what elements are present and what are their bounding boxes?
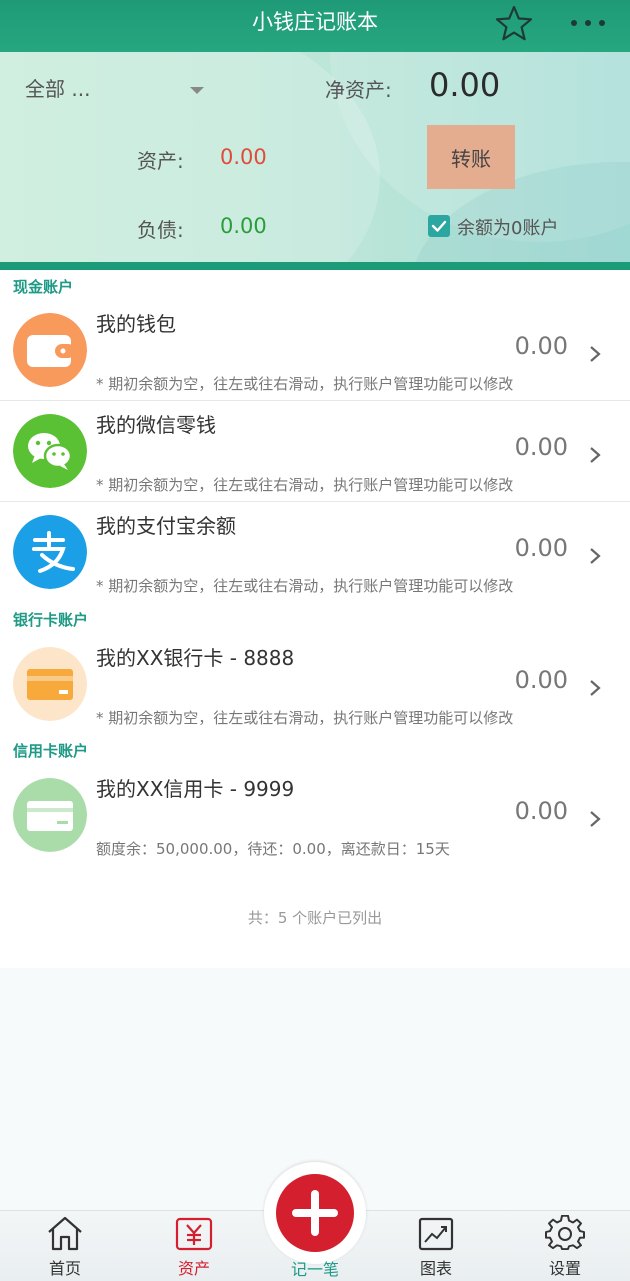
tab-charts-label: 图表 (419, 1259, 452, 1278)
account-note: * 期初余额为空，往左或往右滑动，执行账户管理功能可以修改 (96, 375, 514, 393)
total-assets-value: 0.00 (220, 145, 267, 169)
account-name: 我的支付宝余额 (96, 514, 236, 538)
account-note: * 期初余额为空，往左或往右滑动，执行账户管理功能可以修改 (96, 709, 514, 727)
chevron-right-icon (590, 447, 601, 463)
account-balance: 0.00 (514, 666, 568, 694)
account-row-wechat[interactable]: 我的微信零钱 0.00 * 期初余额为空，往左或往右滑动，执行账户管理功能可以修… (0, 401, 630, 502)
account-row-credit-card[interactable]: 我的XX信用卡 - 9999 0.00 额度余：50,000.00，待还：0.0… (0, 765, 630, 865)
check-icon (431, 220, 447, 232)
chevron-right-icon (590, 346, 601, 362)
app-title: 小钱庄记账本 (252, 10, 378, 34)
wechat-icon (13, 414, 87, 488)
assets-summary-panel: 全部 ... 净资产: 0.00 资产: 0.00 负债: 0.00 转账 余额… (0, 52, 630, 262)
summary-divider (0, 262, 630, 270)
total-liabilities-value: 0.00 (220, 214, 267, 238)
account-filter-dropdown[interactable]: 全部 ... (25, 73, 215, 105)
more-icon[interactable] (566, 4, 610, 42)
wallet-icon (13, 313, 87, 387)
chevron-right-icon (590, 548, 601, 564)
chevron-right-icon (590, 811, 601, 827)
tab-home[interactable]: 首页 (10, 1211, 120, 1281)
section-header-cash: 现金账户 (13, 278, 74, 296)
chevron-right-icon (590, 680, 601, 696)
account-name: 我的钱包 (96, 312, 176, 336)
home-icon (48, 1216, 82, 1251)
total-assets-label: 资产: (137, 149, 184, 173)
section-header-credit: 信用卡账户 (13, 742, 89, 760)
total-liabilities-label: 负债: (137, 218, 184, 242)
tab-settings[interactable]: 设置 (510, 1211, 620, 1281)
account-count-summary: 共：5 个账户已列出 (247, 909, 383, 927)
bank-card-icon (13, 647, 87, 721)
transfer-button[interactable]: 转账 (427, 125, 515, 189)
account-name: 我的微信零钱 (96, 413, 216, 437)
account-name: 我的XX信用卡 - 9999 (96, 777, 295, 801)
account-balance: 0.00 (514, 797, 568, 825)
zero-balance-label[interactable]: 余额为0账户 (457, 214, 558, 240)
app-bar: 小钱庄记账本 (0, 0, 630, 52)
net-assets-value: 0.00 (429, 66, 501, 104)
account-list: 现金账户 我的钱包 0.00 * 期初余额为空，往左或往右滑动，执行账户管理功能… (0, 270, 630, 968)
chart-icon (418, 1217, 454, 1251)
tab-charts[interactable]: 图表 (381, 1211, 491, 1281)
account-row-alipay[interactable]: 我的支付宝余额 0.00 * 期初余额为空，往左或往右滑动，执行账户管理功能可以… (0, 502, 630, 602)
yuan-icon (175, 1217, 213, 1251)
gear-icon (545, 1215, 585, 1251)
account-note: * 期初余额为空，往左或往右滑动，执行账户管理功能可以修改 (96, 577, 514, 595)
account-balance: 0.00 (514, 332, 568, 360)
section-header-bank: 银行卡账户 (13, 611, 89, 629)
add-record-label[interactable]: 记一笔 (265, 1256, 365, 1280)
account-note: * 期初余额为空，往左或往右滑动，执行账户管理功能可以修改 (96, 476, 514, 494)
account-row-bank-card[interactable]: 我的XX银行卡 - 8888 0.00 * 期初余额为空，往左或往右滑动，执行账… (0, 634, 630, 734)
star-icon[interactable] (494, 4, 534, 42)
account-balance: 0.00 (514, 534, 568, 562)
account-balance: 0.00 (514, 433, 568, 461)
zero-balance-checkbox[interactable] (428, 215, 450, 237)
chevron-down-icon (190, 87, 204, 94)
add-record-button[interactable] (276, 1174, 354, 1252)
tab-assets[interactable]: 资产 (139, 1211, 249, 1281)
alipay-icon (13, 515, 87, 589)
tab-home-label: 首页 (48, 1259, 81, 1278)
tab-settings-label: 设置 (548, 1259, 581, 1278)
plus-icon (292, 1190, 338, 1236)
account-filter-label: 全部 ... (25, 77, 91, 101)
net-assets-label: 净资产: (325, 78, 392, 102)
tab-assets-label: 资产 (177, 1259, 210, 1278)
account-row-wallet[interactable]: 我的钱包 0.00 * 期初余额为空，往左或往右滑动，执行账户管理功能可以修改 (0, 300, 630, 401)
account-note: 额度余：50,000.00，待还：0.00，离还款日：15天 (96, 840, 450, 858)
credit-card-icon (13, 778, 87, 852)
account-name: 我的XX银行卡 - 8888 (96, 646, 295, 670)
